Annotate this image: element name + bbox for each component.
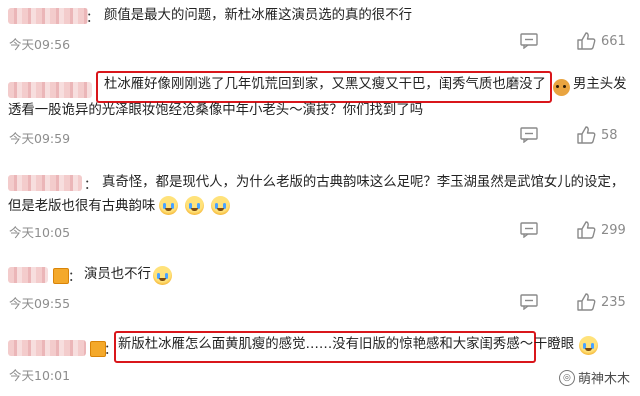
watermark-logo-icon: ◎	[558, 369, 575, 386]
like-button[interactable]: 661	[577, 32, 626, 50]
like-count: 299	[601, 222, 626, 238]
comment-text-highlighted: 杜冰雁好像刚刚逃了几年饥荒回到家，又黑又瘦又干巴，闺秀气质也磨没了	[104, 77, 546, 92]
thumbs-up-icon	[577, 293, 596, 311]
like-button[interactable]: 235	[577, 293, 626, 311]
comment-text: 演员也不行	[84, 267, 151, 282]
comment-time: 今天10:05	[9, 225, 71, 240]
comment-text-highlighted: 新版杜冰雁怎么面黄肌瘦的感觉……没有旧版的惊艳感和大家闺秀感～	[118, 337, 534, 352]
reply-button[interactable]	[520, 127, 538, 143]
reply-button[interactable]	[520, 33, 538, 49]
comment-colon: ：	[68, 270, 82, 285]
comment-icon	[520, 294, 538, 310]
comment-text: 颜值是最大的问题，新杜冰雁这演员选的真的很不行	[104, 8, 412, 23]
comment-icon	[520, 127, 538, 143]
username-redacted[interactable]	[8, 340, 86, 356]
comment-text: 真奇怪，都是现代人，为什么老版的古典韵味这么足呢？李玉湖虽然是武馆女儿的设定，	[102, 175, 625, 190]
reply-button[interactable]	[520, 294, 538, 310]
comment-icon	[520, 33, 538, 49]
like-count: 235	[601, 294, 626, 310]
comment-colon: ：	[84, 178, 98, 193]
username-redacted[interactable]	[8, 267, 48, 283]
comment-time: 今天10:01	[9, 368, 71, 383]
username-redacted[interactable]	[8, 82, 92, 98]
username-redacted[interactable]	[8, 8, 88, 24]
vip-badge-icon	[53, 268, 69, 284]
comment-icon	[520, 222, 538, 238]
crying-emoji-icon	[185, 196, 205, 215]
comment-time: 今天09:55	[9, 296, 71, 311]
thumbs-up-icon	[577, 221, 596, 239]
comment-time: 今天09:56	[9, 37, 71, 52]
comment-text: 干瞪眼	[534, 337, 575, 352]
like-button[interactable]: 58	[577, 126, 618, 144]
thumbs-up-icon	[577, 32, 596, 50]
username-redacted[interactable]	[8, 175, 82, 191]
watermark: ◎ 萌神木木	[558, 368, 630, 387]
thumbs-up-icon	[577, 126, 596, 144]
cat-emoji-icon	[553, 79, 570, 96]
like-button[interactable]: 299	[577, 221, 626, 239]
comment-text: 透看一股诡异的光泽眼妆饱经沧桑像中年小老头～演技？你们找到了吗	[8, 103, 424, 118]
comment-colon: ：	[86, 11, 100, 26]
comment-text: 但是老版也很有古典韵味	[8, 199, 156, 214]
comment-text: 男主头发	[573, 77, 627, 92]
emoji-row	[158, 196, 231, 215]
like-count: 661	[601, 33, 626, 49]
crying-emoji-icon	[159, 196, 178, 215]
crying-emoji-icon	[211, 196, 231, 215]
watermark-text: 萌神木木	[577, 372, 630, 387]
comment-time: 今天09:59	[9, 131, 71, 146]
like-count: 58	[601, 127, 618, 143]
grin-emoji-icon	[579, 336, 598, 355]
crying-emoji-icon	[153, 266, 172, 285]
reply-button[interactable]	[520, 222, 538, 238]
